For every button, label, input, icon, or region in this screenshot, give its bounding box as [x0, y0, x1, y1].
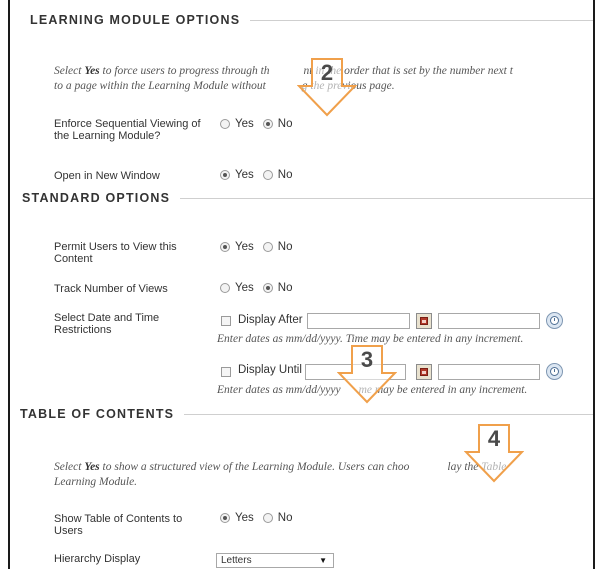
open-new-window-label: Open in New Window: [54, 170, 160, 182]
section-divider: [180, 197, 593, 199]
instr-text: Select: [54, 461, 85, 473]
clock-icon[interactable]: [546, 312, 563, 329]
radio-yes[interactable]: [220, 513, 230, 523]
instr-text: Select: [54, 65, 85, 77]
date-restrictions-label: Select Date and Time Restrictions: [54, 312, 160, 336]
radio-yes[interactable]: [220, 170, 230, 180]
track-views-radios: Yes No: [220, 282, 301, 294]
instr-text: to show a structured view of the Learnin…: [99, 461, 410, 473]
display-until-time-input[interactable]: [438, 364, 540, 380]
radio-yes-label: Yes: [235, 512, 254, 524]
section-divider: [184, 413, 593, 415]
callout-number: 3: [360, 347, 374, 372]
section-title: LEARNING MODULE OPTIONS: [30, 13, 241, 27]
instr-text: to a page within the Learning Module wit…: [54, 80, 266, 92]
callout-arrow-3: 3: [337, 345, 397, 405]
section-header-learning-module: LEARNING MODULE OPTIONS: [30, 12, 593, 28]
display-until-label: Display Until: [238, 364, 302, 376]
hierarchy-display-label: Hierarchy Display: [54, 553, 141, 565]
display-after-time-input[interactable]: [438, 313, 540, 329]
calendar-icon[interactable]: [416, 364, 432, 380]
clock-icon[interactable]: [546, 363, 563, 380]
chevron-down-icon: ▼: [319, 556, 327, 565]
radio-no[interactable]: [262, 242, 273, 252]
enforce-sequential-radios: Yes No: [220, 118, 301, 130]
show-toc-label: Show Table of Contents to Users: [54, 513, 183, 537]
instr-bold-yes: Yes: [84, 461, 100, 473]
radio-yes-label: Yes: [235, 118, 254, 130]
hierarchy-display-select[interactable]: Letters ▼: [216, 553, 334, 568]
radio-yes-label: Yes: [235, 282, 254, 294]
radio-no-label: No: [277, 118, 293, 130]
callout-number: 2: [320, 60, 334, 85]
hierarchy-display-value: Letters: [221, 555, 252, 566]
radio-no-label: No: [277, 169, 293, 181]
radio-yes[interactable]: [220, 283, 230, 293]
open-new-window-radios: Yes No: [220, 169, 301, 181]
display-after-checkbox[interactable]: [221, 316, 231, 326]
callout-arrow-2: 2: [297, 58, 357, 118]
display-after-date-input[interactable]: [307, 313, 410, 329]
section-divider: [250, 19, 593, 21]
show-toc-radios: Yes No: [220, 512, 301, 524]
section-header-standard-options: STANDARD OPTIONS: [22, 190, 593, 206]
section-title: STANDARD OPTIONS: [22, 191, 171, 205]
radio-no-label: No: [277, 512, 293, 524]
permit-users-label: Permit Users to View this Content: [54, 241, 177, 265]
radio-yes[interactable]: [220, 242, 230, 252]
calendar-icon[interactable]: [416, 313, 432, 329]
display-after-label: Display After: [238, 314, 303, 326]
callout-number: 4: [487, 426, 501, 451]
instr-text: Learning Module.: [54, 476, 138, 488]
display-until-checkbox[interactable]: [221, 367, 231, 377]
radio-no-label: No: [277, 241, 293, 253]
instr-text: to force users to progress through th: [99, 65, 270, 77]
radio-no-label: No: [277, 282, 293, 294]
radio-no[interactable]: [262, 170, 273, 180]
display-after-hint: Enter dates as mm/dd/yyyy. Time may be e…: [217, 333, 524, 345]
section-title: TABLE OF CONTENTS: [20, 407, 175, 421]
radio-no[interactable]: [262, 283, 273, 293]
radio-no[interactable]: [262, 119, 273, 129]
radio-yes-label: Yes: [235, 169, 254, 181]
hint-text: Enter dates as mm/dd/yyyy: [217, 384, 341, 396]
instr-bold-yes: Yes: [84, 65, 100, 77]
content-panel: LEARNING MODULE OPTIONS Select Yes to fo…: [8, 0, 595, 569]
section-header-table-of-contents: TABLE OF CONTENTS: [20, 406, 593, 422]
radio-no[interactable]: [262, 513, 273, 523]
permit-users-radios: Yes No: [220, 241, 301, 253]
track-views-label: Track Number of Views: [54, 283, 168, 295]
callout-arrow-4: 4: [464, 424, 524, 484]
radio-yes-label: Yes: [235, 241, 254, 253]
radio-yes[interactable]: [220, 119, 230, 129]
enforce-sequential-label: Enforce Sequential Viewing of the Learni…: [54, 118, 201, 142]
